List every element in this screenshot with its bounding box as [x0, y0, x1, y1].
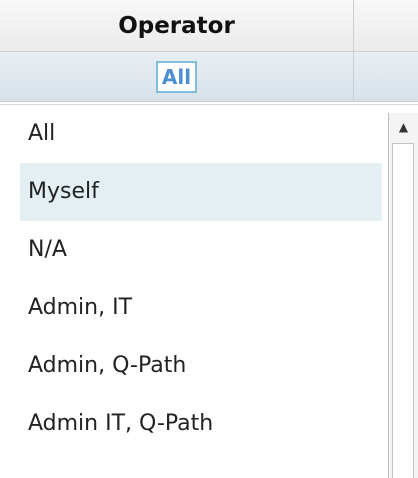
dropdown-option-myself[interactable]: Myself	[20, 163, 382, 221]
operator-filter-panel: Operator All All Myself N/A Admin, IT Ad…	[0, 0, 418, 478]
scroll-up-arrow-icon[interactable]: ▲	[389, 113, 418, 141]
operator-filter-dropdown[interactable]: All	[155, 60, 198, 93]
dropdown-option-partial[interactable]	[20, 453, 382, 478]
dropdown-option-all[interactable]: All	[20, 105, 382, 163]
grid-header-row: Operator	[0, 0, 418, 52]
operator-dropdown-list: All Myself N/A Admin, IT Admin, Q-Path A…	[0, 104, 418, 478]
dropdown-option-na[interactable]: N/A	[20, 221, 382, 279]
grid-filter-row: All	[0, 52, 418, 102]
dropdown-option-admin-q-path[interactable]: Admin, Q-Path	[20, 337, 382, 395]
next-filter-cell[interactable]	[354, 52, 418, 101]
dropdown-scrollbar[interactable]: ▲	[388, 113, 418, 478]
dropdown-options: All Myself N/A Admin, IT Admin, Q-Path A…	[20, 105, 382, 478]
column-header-next[interactable]	[354, 0, 418, 51]
scrollbar-thumb[interactable]	[392, 143, 414, 478]
column-header-operator[interactable]: Operator	[0, 0, 354, 51]
dropdown-option-admin-it[interactable]: Admin, IT	[20, 279, 382, 337]
dropdown-option-admin-it-q-path[interactable]: Admin IT, Q-Path	[20, 395, 382, 453]
operator-filter-cell[interactable]: All	[0, 52, 354, 101]
